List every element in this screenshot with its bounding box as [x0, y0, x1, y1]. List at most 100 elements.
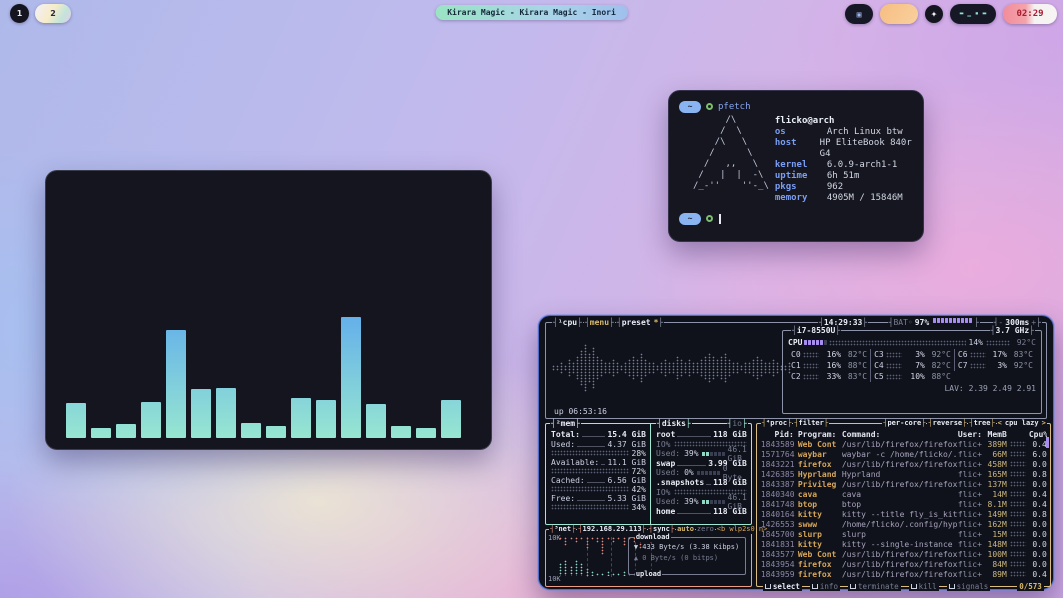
command-text: pfetch [718, 102, 751, 112]
info-button[interactable]: info [810, 582, 840, 591]
power-icon: ✦ [931, 10, 938, 19]
meter-block [957, 318, 960, 323]
filter-button[interactable]: filter [793, 419, 829, 428]
process-row[interactable]: 1841831kittykitty --single-instanceflic+… [761, 539, 1047, 549]
disk-name-row: home118 GiB [656, 506, 747, 516]
workspace-button-2[interactable]: 2 [35, 4, 71, 23]
visualizer-bar [366, 404, 386, 438]
visualizer-bar [166, 330, 186, 438]
clock-text: 02:29 [1016, 9, 1043, 19]
io-toggle[interactable]: io [727, 419, 748, 428]
meter-block [808, 340, 811, 345]
arch-ascii-logo: /\ / \ /\ \ / \ / ,, \ / | | -\ /_-'' ''… [693, 115, 769, 204]
proc-scrollbar[interactable] [1046, 437, 1049, 448]
mem-stat-row: Available:11.1 GiB [551, 457, 646, 467]
process-row[interactable]: 1843589Web Cont/usr/lib/firefox/firefoxf… [761, 439, 1047, 449]
cpu-core-row: C33%92°C [870, 349, 954, 360]
mem-box-title: ²mem [550, 419, 581, 428]
meter-block [933, 318, 936, 323]
meter-block [804, 340, 807, 345]
process-row[interactable]: 1843959firefox/usr/lib/firefox/firefoxfl… [761, 569, 1047, 579]
download-speed: ▼ 433 Byte/s (3.38 Kibps) [634, 543, 741, 554]
clock-widget[interactable]: 02:29 [1003, 4, 1057, 24]
mem-meter: 42% [551, 485, 646, 493]
net-auto-toggle[interactable]: auto [676, 525, 695, 534]
process-row[interactable]: 1841748btopbtopflic+8.1M0.4 [761, 499, 1047, 509]
preset-button[interactable]: preset* [616, 318, 664, 327]
text-cursor [719, 214, 721, 224]
visualizer-bar [91, 428, 111, 438]
prompt-line: ~ pfetch [679, 100, 913, 113]
disks-box-title: disks [656, 419, 692, 428]
pfetch-info-row: memory4905M / 15846M [775, 193, 913, 204]
process-row[interactable]: 1845700slurpslurpflic+15M0.0 [761, 529, 1047, 539]
btop-window: ¹cpu menu preset* 14:29:33 BAT ◦ 97% - 3… [538, 315, 1054, 590]
mem-meter: 28% [551, 449, 646, 457]
cpu-total-meter [804, 340, 827, 345]
terminate-button[interactable]: terminate [848, 582, 901, 591]
tree-toggle[interactable]: tree [968, 419, 995, 428]
kill-button[interactable]: kill [909, 582, 939, 591]
process-row[interactable]: 1571764waybarwaybar -c /home/flicko/.cfl… [761, 449, 1047, 459]
net-zero-toggle[interactable]: zero [696, 525, 715, 534]
tray-icon: ▬ [983, 11, 987, 17]
screenshot-icon: ▣ [857, 10, 862, 19]
net-speed-box: download ▼ 433 Byte/s (3.38 Kibps) ▲ 0 B… [628, 537, 746, 575]
sort-selector[interactable]: <cpu lazy> [997, 419, 1047, 428]
process-row[interactable]: 1840164kittykitty --title fly_is_kittfli… [761, 509, 1047, 519]
mem-meter: 34% [551, 503, 646, 511]
per-core-toggle[interactable]: per-core [882, 419, 926, 428]
prompt-directory-pill: ~ [679, 101, 701, 113]
visualizer-bar [441, 400, 461, 438]
upload-speed: ▲ 0 Byte/s (0 bitps) [634, 554, 741, 565]
visualizer-bar [141, 402, 161, 438]
input-line[interactable]: ~ [679, 212, 913, 225]
process-row[interactable]: 1426553swww/home/flicko/.config/hyprflic… [761, 519, 1047, 529]
prompt-status-icon [706, 215, 713, 222]
cpu-total-row: CPU 14% 92°C [788, 337, 1036, 348]
net-box-title: ³net [549, 525, 576, 534]
workspace-button-1[interactable]: 1 [10, 4, 29, 23]
prompt-directory-pill: ~ [679, 213, 701, 225]
pfetch-info-row: hostHP EliteBook 840r G4 [775, 138, 913, 160]
select-button[interactable]: select [763, 582, 802, 591]
power-button[interactable]: ✦ [925, 5, 943, 23]
meter-block [820, 340, 823, 345]
cpu-frequency: 3.7 GHz [990, 326, 1035, 335]
cava-visualizer-window [45, 170, 492, 450]
menu-button[interactable]: menu [584, 318, 615, 327]
mem-stat-row: Cached:6.56 GiB [551, 475, 646, 485]
cpu-core-row: C233%83°C [788, 371, 870, 382]
meter-block [969, 318, 972, 323]
terminal-window: ~ pfetch /\ / \ /\ \ / \ / ,, \ / | | -\… [668, 90, 924, 242]
process-row[interactable]: 1843577Web Cont/usr/lib/firefox/firefoxf… [761, 549, 1047, 559]
disk-used-row: Used:0%0 Byte [656, 468, 747, 477]
mem-column: Total:15.4 GiBUsed:4.37 GiB28%Available:… [546, 424, 650, 524]
visualizer-bar [266, 426, 286, 438]
signals-button[interactable]: signals [947, 582, 991, 591]
meter-block [945, 318, 948, 323]
pfetch-info-row: pkgs962 [775, 182, 913, 193]
brightness-pill[interactable] [880, 4, 918, 24]
screenshot-button[interactable]: ▣ [845, 4, 873, 24]
reverse-toggle[interactable]: reverse [927, 419, 967, 428]
process-row[interactable]: 1840340cavacavaflic+14M0.4 [761, 489, 1047, 499]
tray-icon: ▁ [967, 11, 971, 17]
proc-header-row[interactable]: Pid: Program: Command: User: MemB Cpu% [761, 429, 1047, 439]
disk-used-row: Used:39%46.1 GiB [656, 497, 747, 506]
battery-meter [933, 318, 972, 327]
process-row[interactable]: 1843954firefox/usr/lib/firefox/firefoxfl… [761, 559, 1047, 569]
tray-icon: ▪ [975, 11, 979, 17]
system-tray[interactable]: ▬▁▪▬ [950, 4, 996, 24]
process-list: 1843589Web Cont/usr/lib/firefox/firefoxf… [761, 439, 1047, 579]
mem-stat-row: Total:15.4 GiB [551, 429, 646, 439]
cpu-box: ¹cpu menu preset* 14:29:33 BAT ◦ 97% - 3… [545, 322, 1047, 419]
process-row[interactable]: 1843387Privileg/usr/lib/firefox/firefoxf… [761, 479, 1047, 489]
meter-block [965, 318, 968, 323]
process-row[interactable]: 1843221firefox/usr/lib/firefox/firefoxfl… [761, 459, 1047, 469]
process-row[interactable]: 1426385HyprlandHyprlandflic+165M0.8 [761, 469, 1047, 479]
workspace-switcher: 12 [10, 4, 71, 23]
meter-block [961, 318, 964, 323]
visualizer-bar [316, 400, 336, 438]
cpu-core-row: C016%82°C [788, 349, 870, 360]
